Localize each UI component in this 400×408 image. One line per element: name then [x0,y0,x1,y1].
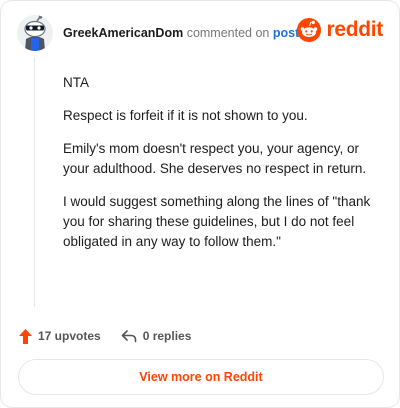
reddit-logo-icon [297,18,322,42]
upvote-count: 17 upvotes [38,329,101,343]
reddit-comment-card: GreekAmericanDom commented on post reddi… [0,0,400,408]
avatar-snoo-icon [17,15,53,51]
reddit-wordmark: reddit [326,18,383,41]
comment-body: NTA Respect is forfeit if it is not show… [63,73,381,265]
comment-byline: GreekAmericanDom commented on post [63,26,299,40]
avatar[interactable] [17,15,53,51]
comment-header: GreekAmericanDom commented on post reddi… [17,15,383,55]
commented-on-text: commented on [186,26,270,40]
upvote-arrow-icon [19,328,32,344]
comment-paragraph: NTA [63,75,89,90]
reply-button[interactable]: 0 replies [121,329,192,343]
thread-line [34,57,35,307]
view-more-button[interactable]: View more on Reddit [18,359,384,395]
username-link[interactable]: GreekAmericanDom [63,26,183,40]
upvote-button[interactable]: 17 upvotes [19,328,101,344]
comment-actions: 17 upvotes 0 replies [19,327,211,345]
reddit-brand[interactable]: reddit [297,18,383,42]
comment-paragraph: Respect is forfeit if it is not shown to… [63,108,308,123]
comment-paragraph: Emily's mom doesn't respect you, your ag… [63,141,367,176]
reply-icon [121,330,137,343]
post-link[interactable]: post [273,26,299,40]
reply-count: 0 replies [142,329,192,343]
comment-paragraph: I would suggest something along the line… [63,194,371,249]
